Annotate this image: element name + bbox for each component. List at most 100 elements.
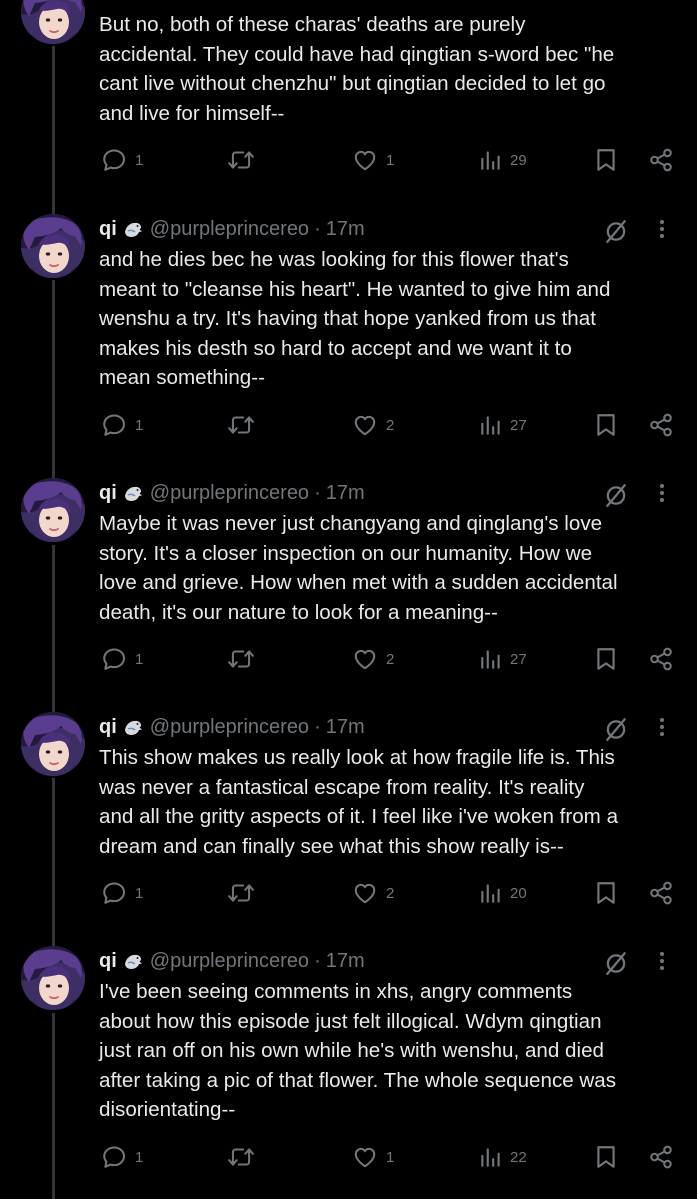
tweet-text: Maybe it was never just changyang and qi… — [99, 512, 618, 624]
retweet-button[interactable] — [227, 410, 263, 440]
handle[interactable]: @purpleprincereo — [150, 482, 309, 505]
like-button[interactable]: 1 — [352, 1142, 394, 1172]
likes-count: 2 — [386, 884, 395, 902]
likes-count: 1 — [386, 1148, 395, 1166]
timestamp[interactable]: 17m — [326, 950, 365, 973]
bird-emoji-icon — [122, 219, 144, 239]
handle[interactable]: @purpleprincereo — [150, 716, 309, 739]
tweet-header: qi @purpleprincereo · 17m — [99, 214, 365, 244]
like-button[interactable]: 2 — [352, 644, 394, 674]
display-name[interactable]: qi — [99, 218, 117, 241]
share-button[interactable] — [648, 145, 674, 175]
heart-icon — [352, 646, 378, 672]
tweet[interactable]: But no, both of these charas' deaths are… — [0, 0, 697, 200]
avatar[interactable] — [21, 946, 85, 1010]
views-icon — [480, 147, 502, 173]
bookmark-icon — [595, 412, 617, 438]
share-button[interactable] — [648, 1142, 674, 1172]
reply-button[interactable]: 1 — [101, 145, 143, 175]
views-icon — [480, 880, 502, 906]
grok-icon[interactable] — [603, 950, 629, 976]
retweet-icon — [227, 412, 255, 438]
grok-icon[interactable] — [603, 716, 629, 742]
bookmark-button[interactable] — [595, 410, 617, 440]
bookmark-icon — [595, 1144, 617, 1170]
display-name[interactable]: qi — [99, 716, 117, 739]
handle[interactable]: @purpleprincereo — [150, 218, 309, 241]
avatar[interactable] — [21, 214, 85, 278]
heart-icon — [352, 880, 378, 906]
grok-icon[interactable] — [603, 218, 629, 244]
reply-icon — [101, 646, 127, 672]
separator-dot: · — [314, 217, 321, 240]
bookmark-icon — [595, 880, 617, 906]
replies-count: 1 — [135, 650, 144, 668]
views-count: 20 — [510, 884, 527, 902]
tweet-header: qi @purpleprincereo · 17m — [99, 478, 365, 508]
views-button[interactable]: 29 — [480, 145, 527, 175]
bookmark-icon — [595, 147, 617, 173]
reply-button[interactable]: 1 — [101, 410, 143, 440]
share-button[interactable] — [648, 644, 674, 674]
share-button[interactable] — [648, 878, 674, 908]
reply-button[interactable]: 1 — [101, 644, 143, 674]
bookmark-button[interactable] — [595, 644, 617, 674]
separator-dot: · — [314, 481, 321, 504]
views-button[interactable]: 27 — [480, 410, 527, 440]
handle[interactable]: @purpleprincereo — [150, 950, 309, 973]
timestamp[interactable]: 17m — [326, 482, 365, 505]
like-button[interactable]: 1 — [352, 145, 394, 175]
heart-icon — [352, 412, 378, 438]
timestamp[interactable]: 17m — [326, 218, 365, 241]
views-count: 29 — [510, 151, 527, 169]
share-icon — [648, 880, 674, 906]
replies-count: 1 — [135, 884, 144, 902]
avatar[interactable] — [21, 478, 85, 542]
more-icon[interactable] — [652, 948, 672, 974]
tweet-header: qi @purpleprincereo · 17m — [99, 712, 365, 742]
views-count: 27 — [510, 650, 527, 668]
retweet-icon — [227, 147, 255, 173]
display-name[interactable]: qi — [99, 482, 117, 505]
share-icon — [648, 412, 674, 438]
bookmark-button[interactable] — [595, 145, 617, 175]
bookmark-button[interactable] — [595, 878, 617, 908]
display-name[interactable]: qi — [99, 950, 117, 973]
tweet[interactable]: qi @purpleprincereo · 17m Maybe it was neve… — [0, 478, 697, 708]
like-button[interactable]: 2 — [352, 878, 394, 908]
retweet-icon — [227, 880, 255, 906]
timestamp[interactable]: 17m — [326, 716, 365, 739]
likes-count: 1 — [386, 151, 395, 169]
retweet-button[interactable] — [227, 145, 263, 175]
views-button[interactable]: 20 — [480, 878, 527, 908]
separator-dot: · — [314, 715, 321, 738]
grok-icon[interactable] — [603, 482, 629, 508]
reply-icon — [101, 880, 127, 906]
avatar[interactable] — [21, 0, 85, 44]
tweet-header: qi @purpleprincereo · 17m — [99, 946, 365, 976]
tweet[interactable]: qi @purpleprincereo · 17m I've been seeing … — [0, 946, 697, 1199]
retweet-button[interactable] — [227, 644, 263, 674]
reply-icon — [101, 1144, 127, 1170]
more-icon[interactable] — [652, 480, 672, 506]
reply-button[interactable]: 1 — [101, 878, 143, 908]
bird-emoji-icon — [122, 717, 144, 737]
views-count: 22 — [510, 1148, 527, 1166]
bookmark-button[interactable] — [595, 1142, 617, 1172]
likes-count: 2 — [386, 650, 395, 668]
tweet-actions: 1 1 29 — [0, 145, 697, 175]
avatar[interactable] — [21, 712, 85, 776]
tweet-text: But no, both of these charas' deaths are… — [99, 13, 615, 125]
share-button[interactable] — [648, 410, 674, 440]
more-icon[interactable] — [652, 714, 672, 740]
views-button[interactable]: 27 — [480, 644, 527, 674]
views-button[interactable]: 22 — [480, 1142, 527, 1172]
replies-count: 1 — [135, 151, 144, 169]
tweet[interactable]: qi @purpleprincereo · 17m This show makes u… — [0, 712, 697, 942]
more-icon[interactable] — [652, 216, 672, 242]
retweet-button[interactable] — [227, 1142, 263, 1172]
tweet[interactable]: qi @purpleprincereo · 17m and he dies bec h… — [0, 214, 697, 464]
retweet-button[interactable] — [227, 878, 263, 908]
like-button[interactable]: 2 — [352, 410, 394, 440]
reply-button[interactable]: 1 — [101, 1142, 143, 1172]
